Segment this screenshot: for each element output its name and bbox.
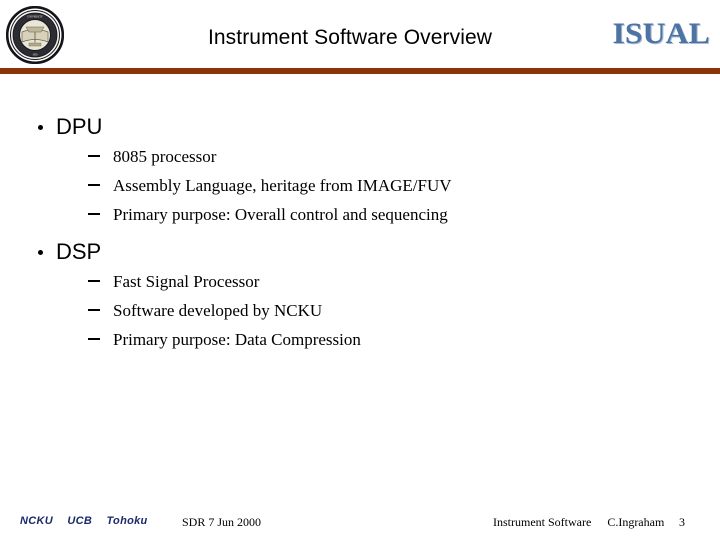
- bullet-level2: Primary purpose: Overall control and seq…: [0, 200, 720, 229]
- slide-footer: NCKU UCB Tohoku SDR 7 Jun 2000 Instrumen…: [0, 512, 720, 540]
- footer-document-id: SDR 7 Jun 2000: [182, 515, 262, 529]
- bullet-level2: Primary purpose: Data Compression: [0, 325, 720, 354]
- footer-partner-ncku: NCKU: [20, 515, 53, 527]
- bullet-level2: Fast Signal Processor: [0, 267, 720, 296]
- bullet-level1-dpu: DPU: [0, 112, 720, 142]
- footer-partners: NCKU UCB Tohoku: [20, 515, 148, 527]
- bullet-level2-label: Software developed by NCKU: [113, 301, 323, 320]
- bullet-dash-icon: [88, 155, 100, 157]
- bullet-level1-label: DPU: [56, 114, 103, 139]
- bullet-dash-icon: [88, 309, 100, 311]
- header-divider: [0, 68, 720, 74]
- bullet-level2: Assembly Language, heritage from IMAGE/F…: [0, 171, 720, 200]
- footer-page-number: 3: [679, 515, 685, 529]
- bullet-dot-icon: [38, 125, 43, 130]
- bullet-level2-label: Fast Signal Processor: [113, 272, 260, 291]
- footer-partner-tohoku: Tohoku: [106, 515, 148, 527]
- slide: UNIVERSITY 1850 Instrument Software Over…: [0, 0, 720, 540]
- isual-logo: ISUAL: [612, 17, 710, 50]
- footer-topic-author: Instrument Software C.Ingraham: [493, 515, 664, 530]
- bullet-dash-icon: [88, 280, 100, 282]
- footer-author: C.Ingraham: [607, 515, 665, 529]
- bullet-level1-label: DSP: [56, 239, 102, 264]
- slide-header: UNIVERSITY 1850 Instrument Software Over…: [0, 0, 720, 74]
- footer-topic: Instrument Software: [493, 515, 592, 529]
- bullet-level2-label: Primary purpose: Data Compression: [113, 330, 361, 349]
- bullet-level2: 8085 processor: [0, 142, 720, 171]
- bullet-dash-icon: [88, 184, 100, 186]
- bullet-level2: Software developed by NCKU: [0, 296, 720, 325]
- bullet-level2-label: Assembly Language, heritage from IMAGE/F…: [113, 176, 452, 195]
- bullet-dash-icon: [88, 338, 100, 340]
- bullet-dash-icon: [88, 213, 100, 215]
- bullet-level2-label: 8085 processor: [113, 147, 217, 166]
- bullet-level1-dsp: DSP: [0, 237, 720, 267]
- svg-text:1850: 1850: [32, 53, 38, 56]
- bullet-level2-label: Primary purpose: Overall control and seq…: [113, 205, 448, 224]
- slide-body: DPU 8085 processor Assembly Language, he…: [0, 112, 720, 492]
- footer-partner-ucb: UCB: [67, 515, 93, 527]
- bullet-dot-icon: [38, 250, 43, 255]
- svg-text:UNIVERSITY: UNIVERSITY: [27, 16, 43, 19]
- university-seal-icon: UNIVERSITY 1850: [6, 6, 64, 64]
- page-title: Instrument Software Overview: [207, 26, 493, 49]
